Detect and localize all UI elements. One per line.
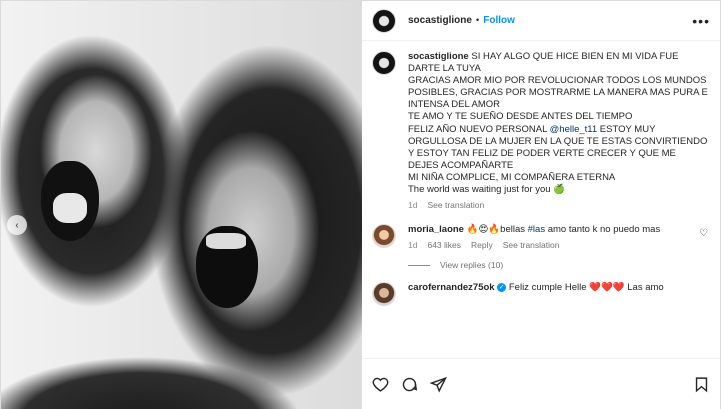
heart-icon[interactable] xyxy=(372,376,389,393)
caption-line-6: The world was waiting just for you 🍏 xyxy=(408,184,566,196)
view-replies-line xyxy=(408,264,430,266)
view-replies[interactable]: View replies (10) xyxy=(408,260,710,270)
caption-line-5: MI NIÑA COMPLICE, MI COMPAÑERA ETERNA xyxy=(408,171,616,183)
action-bar xyxy=(362,358,720,409)
post-modal: ‹ socastiglione • Follow ••• socastiglio… xyxy=(0,0,721,409)
comment-item: carofernandez75ok ✓ Feliz cumple Helle ❤… xyxy=(372,282,710,307)
verified-badge-icon: ✓ xyxy=(497,283,507,293)
caption-see-translation[interactable]: See translation xyxy=(427,200,484,210)
comment-reply[interactable]: Reply xyxy=(471,240,493,250)
post-header: socastiglione • Follow ••• xyxy=(362,1,720,41)
comment-heart-icon[interactable]: ♡ xyxy=(699,228,708,239)
previous-image-button[interactable]: ‹ xyxy=(7,215,27,235)
comment-likes[interactable]: 643 likes xyxy=(427,240,461,250)
comments-area[interactable]: socastiglione SI HAY ALGO QUE HICE BIEN … xyxy=(362,41,720,409)
commenter-avatar[interactable] xyxy=(372,282,396,307)
caption-line-2: GRACIAS AMOR MIO POR REVOLUCIONAR TODOS … xyxy=(408,75,708,111)
comment-text-body: Feliz cumple Helle ❤️❤️❤️ Las amo xyxy=(508,282,664,294)
post-sidebar: socastiglione • Follow ••• socastiglione… xyxy=(362,1,720,409)
comment-text-a: bellas xyxy=(500,224,528,236)
commenter-username[interactable]: carofernandez75ok xyxy=(408,282,495,293)
comment-see-translation[interactable]: See translation xyxy=(503,240,560,250)
caption-mention[interactable]: @helle_t11 xyxy=(550,124,598,135)
caption-text: socastiglione SI HAY ALGO QUE HICE BIEN … xyxy=(408,51,708,196)
comment-meta: 1d 643 likes Reply See translation xyxy=(408,240,688,250)
comment-text: moria_laone 🔥😍🔥bellas #las amo tanto k n… xyxy=(408,224,688,236)
author-username[interactable]: socastiglione xyxy=(408,15,472,26)
author-avatar[interactable] xyxy=(372,8,396,33)
comment-age[interactable]: 1d xyxy=(408,240,417,250)
caption-meta: 1d See translation xyxy=(408,200,708,210)
photo-jacket xyxy=(1,331,362,409)
chevron-left-icon: ‹ xyxy=(15,219,19,231)
caption-username[interactable]: socastiglione xyxy=(408,51,469,62)
photo-woman-teeth xyxy=(206,233,246,249)
share-icon[interactable] xyxy=(430,376,447,393)
comment-hashtag[interactable]: #las xyxy=(528,224,545,235)
comment-text-b: amo tanto k no puedo mas xyxy=(545,224,661,236)
comment-icon[interactable] xyxy=(401,376,418,393)
comment-item: moria_laone 🔥😍🔥bellas #las amo tanto k n… xyxy=(372,224,710,250)
caption-line-4-pre: FELIZ AÑO NUEVO PERSONAL xyxy=(408,123,550,135)
photo-child-teeth xyxy=(53,193,87,223)
caption-line-3: TE AMO Y TE SUEÑO DESDE ANTES DEL TIEMPO xyxy=(408,111,633,123)
caption: socastiglione SI HAY ALGO QUE HICE BIEN … xyxy=(372,51,710,210)
commenter-avatar[interactable] xyxy=(372,224,396,249)
commenter-username[interactable]: moria_laone xyxy=(408,224,464,235)
comment-emojis: 🔥😍🔥 xyxy=(466,224,501,236)
view-replies-label[interactable]: View replies (10) xyxy=(440,260,503,270)
caption-avatar[interactable] xyxy=(372,51,396,75)
comment-text: carofernandez75ok ✓ Feliz cumple Helle ❤… xyxy=(408,282,708,306)
post-photo[interactable]: ‹ xyxy=(1,1,362,409)
bookmark-icon[interactable] xyxy=(693,376,710,393)
more-options-icon[interactable]: ••• xyxy=(692,13,710,29)
separator-dot: • xyxy=(475,15,480,26)
follow-button[interactable]: Follow xyxy=(483,15,515,26)
caption-age[interactable]: 1d xyxy=(408,200,417,210)
